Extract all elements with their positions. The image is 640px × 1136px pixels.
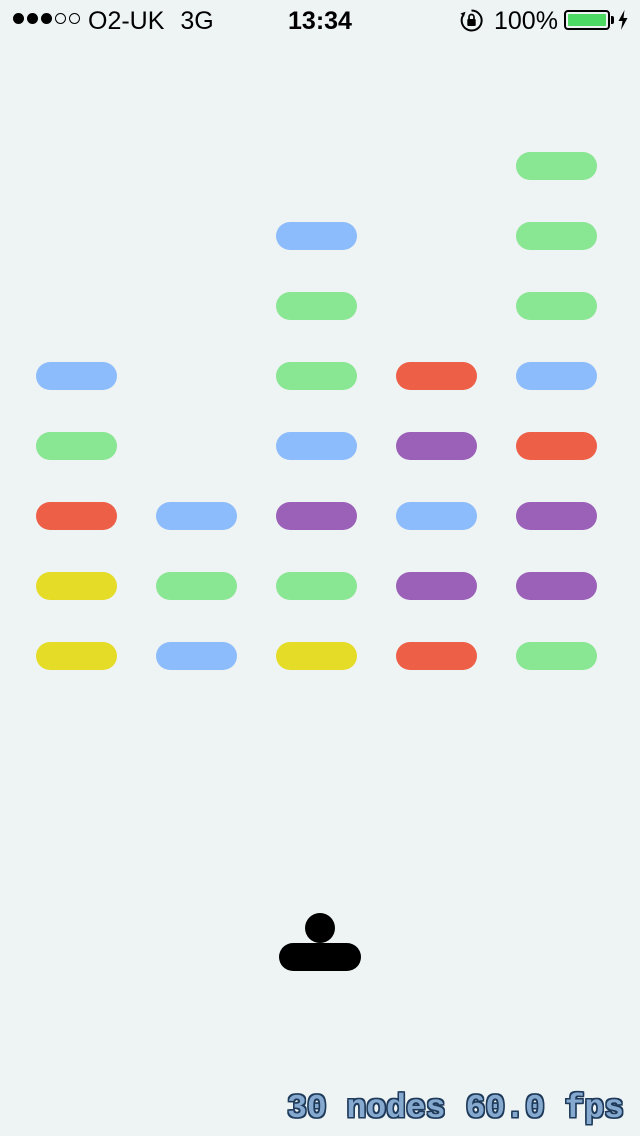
battery-level [568,14,606,26]
brick-purple [396,572,477,600]
brick-green [36,432,117,460]
brick-red [36,502,117,530]
brick-green [516,292,597,320]
brick-red [396,642,477,670]
brick-blue [156,642,237,670]
brick-green [276,362,357,390]
debug-stats: 30 nodes 60.0 fps [287,1090,624,1128]
brick-blue [276,432,357,460]
battery-icon [564,10,610,30]
battery-percentage: 100% [494,7,558,35]
brick-blue [276,222,357,250]
brick-green [276,572,357,600]
game-field[interactable] [0,40,640,1136]
brick-blue [36,362,117,390]
brick-blue [396,502,477,530]
brick-yellow [36,642,117,670]
brick-yellow [276,642,357,670]
brick-blue [516,362,597,390]
battery-tip [611,16,614,24]
brick-green [516,222,597,250]
charging-bolt-icon [618,10,628,30]
brick-green [516,642,597,670]
fps-counter: 60.0 fps [465,1090,624,1127]
brick-red [396,362,477,390]
brick-blue [156,502,237,530]
paddle[interactable] [279,943,361,971]
node-count: 30 nodes [287,1090,446,1127]
brick-purple [516,502,597,530]
brick-yellow [36,572,117,600]
rotation-lock-icon [460,9,483,32]
brick-green [516,152,597,180]
brick-green [156,572,237,600]
brick-purple [516,572,597,600]
brick-purple [396,432,477,460]
status-bar: O2-UK 3G 13:34 100% [0,0,640,40]
brick-green [276,292,357,320]
ball [305,913,335,943]
brick-purple [276,502,357,530]
brick-red [516,432,597,460]
